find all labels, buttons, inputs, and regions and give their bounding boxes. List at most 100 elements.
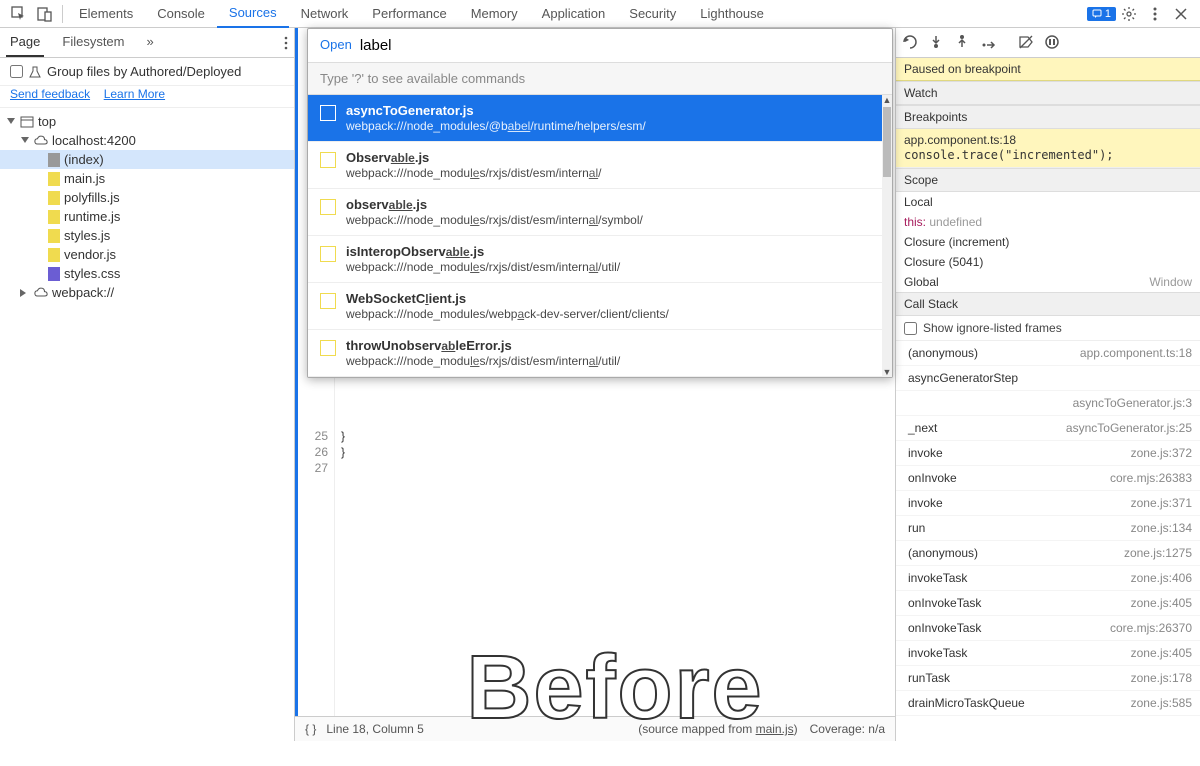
overlay-watermark: Before: [466, 680, 763, 696]
stack-frame[interactable]: invokeTaskzone.js:405: [896, 641, 1200, 666]
debugger-panel: Paused on breakpoint Watch Breakpoints a…: [896, 28, 1200, 741]
stack-frame[interactable]: onInvokecore.mjs:26383: [896, 466, 1200, 491]
palette-item[interactable]: WebSocketClient.jswebpack:///node_module…: [308, 283, 892, 330]
tab-elements[interactable]: Elements: [67, 0, 145, 27]
issues-badge[interactable]: 1: [1087, 7, 1116, 21]
palette-item[interactable]: throwUnobservableError.jswebpack:///node…: [308, 330, 892, 377]
coverage-info: Coverage: n/a: [810, 722, 885, 736]
step-over-icon[interactable]: [928, 34, 946, 52]
tree-file-vendor[interactable]: vendor.js: [0, 245, 294, 264]
stack-frame[interactable]: onInvokeTaskcore.mjs:26370: [896, 616, 1200, 641]
device-toolbar-icon[interactable]: [36, 5, 54, 23]
nav-tab-filesystem[interactable]: Filesystem: [58, 28, 128, 57]
scope-this: this: undefined: [896, 212, 1200, 232]
command-palette: Open Type '?' to see available commands …: [307, 28, 893, 378]
pause-exceptions-icon[interactable]: [1044, 34, 1062, 52]
tree-file-index[interactable]: (index): [0, 150, 294, 169]
tree-file-runtime[interactable]: runtime.js: [0, 207, 294, 226]
js-file-icon: [48, 210, 60, 224]
section-callstack[interactable]: Call Stack: [896, 292, 1200, 316]
file-icon: [320, 105, 336, 121]
show-ignore-listed[interactable]: Show ignore-listed frames: [896, 316, 1200, 341]
inspect-element-icon[interactable]: [10, 5, 28, 23]
palette-results: asyncToGenerator.jswebpack:///node_modul…: [308, 95, 892, 377]
stack-frame[interactable]: drainMicroTaskQueuezone.js:585: [896, 691, 1200, 716]
stack-frame[interactable]: _nextasyncToGenerator.js:25: [896, 416, 1200, 441]
palette-input[interactable]: [360, 37, 880, 54]
group-files-checkbox[interactable]: [10, 65, 23, 78]
tab-security[interactable]: Security: [617, 0, 688, 27]
more-icon[interactable]: [1146, 5, 1164, 23]
resume-icon[interactable]: [902, 34, 920, 52]
group-files-row: Group files by Authored/Deployed: [0, 58, 294, 86]
paused-banner: Paused on breakpoint: [896, 58, 1200, 81]
js-file-icon: [48, 229, 60, 243]
palette-mode: Open: [320, 37, 352, 54]
stack-frame[interactable]: invokezone.js:372: [896, 441, 1200, 466]
stack-frame[interactable]: invokeTaskzone.js:406: [896, 566, 1200, 591]
step-out-icon[interactable]: [980, 34, 998, 52]
close-icon[interactable]: [1172, 5, 1190, 23]
send-feedback-link[interactable]: Send feedback: [10, 87, 90, 101]
pretty-print-icon[interactable]: { }: [305, 722, 316, 736]
scope-closure-1[interactable]: Closure (increment): [896, 232, 1200, 252]
tree-file-main[interactable]: main.js: [0, 169, 294, 188]
file-icon: [320, 246, 336, 262]
scope-local[interactable]: Local: [896, 192, 1200, 212]
stack-frame[interactable]: invokezone.js:371: [896, 491, 1200, 516]
tree-top[interactable]: top: [0, 112, 294, 131]
stack-frame[interactable]: (anonymous)app.component.ts:18: [896, 341, 1200, 366]
section-scope[interactable]: Scope: [896, 168, 1200, 192]
cloud-icon: [34, 134, 48, 148]
tree-file-styles-js[interactable]: styles.js: [0, 226, 294, 245]
learn-more-link[interactable]: Learn More: [104, 87, 165, 101]
tab-console[interactable]: Console: [145, 0, 217, 27]
tab-application[interactable]: Application: [530, 0, 618, 27]
file-icon: [320, 152, 336, 168]
window-icon: [20, 116, 34, 128]
stack-frame[interactable]: asyncToGenerator.js:3: [896, 391, 1200, 416]
file-icon: [320, 199, 336, 215]
stack-frame[interactable]: (anonymous)zone.js:1275: [896, 541, 1200, 566]
section-watch[interactable]: Watch: [896, 81, 1200, 105]
tree-host[interactable]: localhost:4200: [0, 131, 294, 150]
breakpoint-item[interactable]: app.component.ts:18 console.trace("incre…: [896, 129, 1200, 168]
tree-webpack[interactable]: webpack://: [0, 283, 294, 302]
section-breakpoints[interactable]: Breakpoints: [896, 105, 1200, 129]
tab-performance[interactable]: Performance: [360, 0, 458, 27]
file-icon: [320, 293, 336, 309]
devtools-top-tabs: Elements Console Sources Network Perform…: [0, 0, 1200, 28]
scope-closure-2[interactable]: Closure (5041): [896, 252, 1200, 272]
deactivate-breakpoints-icon[interactable]: [1018, 34, 1036, 52]
settings-icon[interactable]: [1120, 5, 1138, 23]
step-into-icon[interactable]: [954, 34, 972, 52]
css-file-icon: [48, 267, 60, 281]
scope-global[interactable]: GlobalWindow: [896, 272, 1200, 292]
nav-tab-page[interactable]: Page: [6, 28, 44, 57]
stack-frame[interactable]: runTaskzone.js:178: [896, 666, 1200, 691]
palette-item[interactable]: isInteropObservable.jswebpack:///node_mo…: [308, 236, 892, 283]
palette-item[interactable]: Observable.jswebpack:///node_modules/rxj…: [308, 142, 892, 189]
tab-sources[interactable]: Sources: [217, 0, 289, 28]
document-icon: [48, 153, 60, 167]
tab-memory[interactable]: Memory: [459, 0, 530, 27]
stack-frame[interactable]: asyncGeneratorStep: [896, 366, 1200, 391]
stack-frame[interactable]: onInvokeTaskzone.js:405: [896, 591, 1200, 616]
call-stack: (anonymous)app.component.ts:18 asyncGene…: [896, 341, 1200, 741]
group-files-label: Group files by Authored/Deployed: [47, 64, 241, 79]
palette-scrollbar[interactable]: ▲▼: [882, 95, 892, 377]
nav-tab-more-icon[interactable]: »: [143, 28, 158, 57]
ignore-checkbox[interactable]: [904, 322, 917, 335]
file-icon: [320, 340, 336, 356]
palette-item[interactable]: asyncToGenerator.jswebpack:///node_modul…: [308, 95, 892, 142]
separator: [62, 5, 63, 23]
tree-file-polyfills[interactable]: polyfills.js: [0, 188, 294, 207]
tree-file-styles-css[interactable]: styles.css: [0, 264, 294, 283]
tab-lighthouse[interactable]: Lighthouse: [688, 0, 776, 27]
stack-frame[interactable]: runzone.js:134: [896, 516, 1200, 541]
palette-item[interactable]: observable.jswebpack:///node_modules/rxj…: [308, 189, 892, 236]
js-file-icon: [48, 248, 60, 262]
tab-network[interactable]: Network: [289, 0, 361, 27]
js-file-icon: [48, 172, 60, 186]
nav-more-icon[interactable]: [284, 36, 288, 50]
